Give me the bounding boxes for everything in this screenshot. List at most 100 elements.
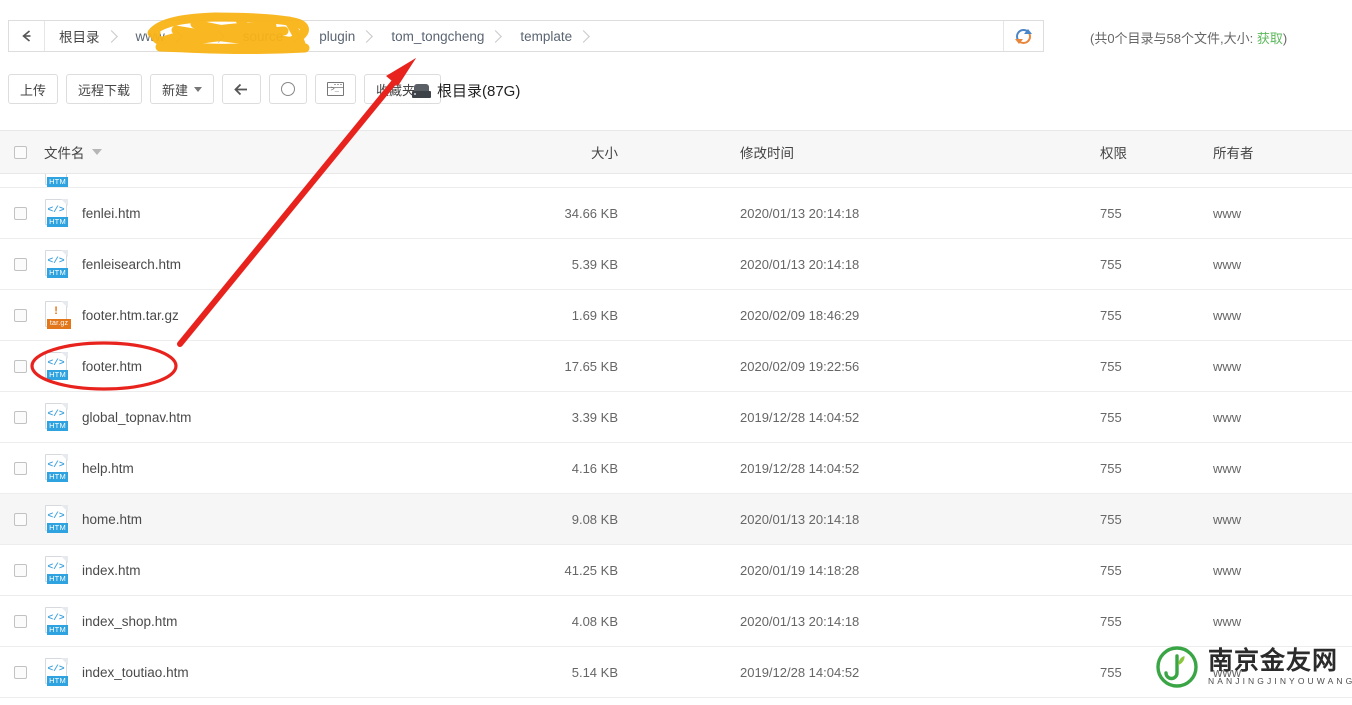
- file-name-link[interactable]: help.htm: [82, 461, 134, 476]
- column-header-perm[interactable]: 权限: [1100, 142, 1127, 162]
- row-checkbox[interactable]: [14, 411, 27, 424]
- breadcrumb-refresh-button[interactable]: [1003, 21, 1043, 51]
- file-name-link[interactable]: home.htm: [82, 512, 142, 527]
- cell-perm[interactable]: 755: [1100, 359, 1122, 374]
- fetch-size-link[interactable]: 获取: [1257, 31, 1283, 46]
- htm-file-icon: </>HTM: [44, 351, 70, 381]
- cell-size: 9.08 KB: [460, 512, 618, 527]
- remote-download-label: 远程下载: [78, 80, 130, 99]
- cell-mtime: 2020/01/19 14:18:28: [740, 563, 859, 578]
- table-row[interactable]: </>HTMindex.htm41.25 KB2020/01/19 14:18:…: [0, 545, 1352, 596]
- refresh-button[interactable]: [269, 74, 307, 104]
- table-row[interactable]: </>HTMhome.htm9.08 KB2020/01/13 20:14:18…: [0, 494, 1352, 545]
- table-row[interactable]: </>HTMindex_toutiao.htm5.14 KB2019/12/28…: [0, 647, 1352, 698]
- htm-file-icon: </>HTM: [44, 402, 70, 432]
- breadcrumb-item-source[interactable]: source: [229, 21, 306, 51]
- file-name-link[interactable]: global_topnav.htm: [82, 410, 191, 425]
- cell-owner: www: [1213, 512, 1241, 527]
- cell-perm[interactable]: 755: [1100, 665, 1122, 680]
- cell-perm[interactable]: 755: [1100, 614, 1122, 629]
- breadcrumb-item-tom_tongcheng[interactable]: tom_tongcheng: [377, 21, 506, 51]
- upload-button[interactable]: 上传: [8, 74, 58, 104]
- breadcrumb-item-label: www: [136, 29, 165, 44]
- cell-perm[interactable]: 755: [1100, 206, 1122, 221]
- row-checkbox[interactable]: [14, 309, 27, 322]
- cell-perm[interactable]: 755: [1100, 461, 1122, 476]
- table-row[interactable]: </>HTMglobal_topnav.htm3.39 KB2019/12/28…: [0, 392, 1352, 443]
- row-checkbox[interactable]: [14, 615, 27, 628]
- logo-icon: [1155, 645, 1199, 689]
- row-checkbox[interactable]: [14, 360, 27, 373]
- targz-file-icon: !tar.gz: [44, 300, 70, 330]
- file-name-link[interactable]: footer.htm.tar.gz: [82, 308, 179, 323]
- cell-perm[interactable]: 755: [1100, 410, 1122, 425]
- column-header-name[interactable]: 文件名: [44, 142, 102, 162]
- breadcrumb-item-plugin[interactable]: plugin: [305, 21, 377, 51]
- table-row[interactable]: </>HTMfenlei.htm34.66 KB2020/01/13 20:14…: [0, 188, 1352, 239]
- breadcrumb-back-button[interactable]: [9, 21, 45, 51]
- row-checkbox[interactable]: [14, 513, 27, 526]
- cell-perm[interactable]: 755: [1100, 257, 1122, 272]
- back-button[interactable]: [222, 74, 261, 104]
- cell-mtime: 2019/12/28 14:04:52: [740, 410, 859, 425]
- cell-mtime: 2020/01/13 20:14:18: [740, 206, 859, 221]
- row-checkbox[interactable]: [14, 207, 27, 220]
- column-header-size[interactable]: 大小: [460, 142, 618, 162]
- file-name-link[interactable]: index_shop.htm: [82, 614, 177, 629]
- breadcrumb: 根目录 www source plugin tom_tongchengtemplate: [8, 20, 1044, 52]
- table-row-partial[interactable]: </>HTM: [0, 174, 1352, 188]
- new-button[interactable]: 新建: [150, 74, 214, 104]
- breadcrumb-item-www[interactable]: www: [122, 21, 187, 51]
- cell-owner: www: [1213, 359, 1241, 374]
- file-manager-page: 根目录wwwsourceplugintom_tongchengtemplate …: [0, 0, 1352, 705]
- cell-perm[interactable]: 755: [1100, 563, 1122, 578]
- table-row[interactable]: </>HTMhelp.htm4.16 KB2019/12/28 14:04:52…: [0, 443, 1352, 494]
- cell-size: 34.66 KB: [460, 206, 618, 221]
- breadcrumb-item-template[interactable]: template: [506, 21, 594, 51]
- file-name-link[interactable]: index.htm: [82, 563, 141, 578]
- cell-size: 4.16 KB: [460, 461, 618, 476]
- file-name-link[interactable]: fenleisearch.htm: [82, 257, 181, 272]
- refresh-icon: [281, 82, 295, 96]
- cell-size: 5.39 KB: [460, 257, 618, 272]
- cell-mtime: 2019/12/28 14:04:52: [740, 665, 859, 680]
- file-name-link[interactable]: footer.htm: [82, 359, 142, 374]
- sort-descending-icon: [92, 149, 102, 155]
- column-header-mtime[interactable]: 修改时间: [740, 142, 794, 162]
- cell-name: </>HTMfenleisearch.htm: [44, 249, 181, 279]
- table-row[interactable]: </>HTMindex_shop.htm4.08 KB2020/01/13 20…: [0, 596, 1352, 647]
- table-row[interactable]: </>HTMfooter.htm17.65 KB2020/02/09 19:22…: [0, 341, 1352, 392]
- arrow-left-icon: [20, 29, 34, 43]
- breadcrumb-item-label: plugin: [319, 29, 355, 44]
- breadcrumb-item-根目录[interactable]: 根目录: [45, 21, 122, 51]
- terminal-icon: >_: [327, 82, 344, 96]
- upload-label: 上传: [20, 80, 46, 99]
- htm-file-icon: </>HTM: [44, 606, 70, 636]
- file-name-link[interactable]: fenlei.htm: [82, 206, 141, 221]
- row-checkbox[interactable]: [14, 666, 27, 679]
- cell-owner: www: [1213, 257, 1241, 272]
- htm-file-icon: </>HTM: [44, 174, 70, 188]
- row-checkbox[interactable]: [14, 564, 27, 577]
- cell-mtime: 2020/01/13 20:14:18: [740, 257, 859, 272]
- column-header-owner[interactable]: 所有者: [1213, 142, 1254, 162]
- favorites-label: 收藏夹: [376, 80, 415, 99]
- row-checkbox[interactable]: [14, 258, 27, 271]
- watermark-en: NANJINGJINYOUWANG: [1208, 675, 1352, 687]
- refresh-icon: [1016, 29, 1031, 44]
- breadcrumb-item-redacted[interactable]: [187, 21, 229, 51]
- terminal-button[interactable]: >_: [315, 74, 356, 104]
- file-name-link[interactable]: index_toutiao.htm: [82, 665, 189, 680]
- cell-perm[interactable]: 755: [1100, 308, 1122, 323]
- table-row[interactable]: </>HTMfenleisearch.htm 5.39 KB 2020/01/13 …: [0, 239, 1352, 290]
- cell-mtime: 2019/12/28 14:04:52: [740, 461, 859, 476]
- select-all-checkbox[interactable]: [14, 146, 27, 159]
- file-table: 文件名 大小 修改时间 权限 所有者 </>HTM </>HTM fenlei.h…: [0, 130, 1352, 698]
- row-checkbox[interactable]: [14, 462, 27, 475]
- cell-perm[interactable]: 755: [1100, 512, 1122, 527]
- cell-mtime: 2020/01/13 20:14:18: [740, 512, 859, 527]
- remote-download-button[interactable]: 远程下载: [66, 74, 142, 104]
- cell-owner: www: [1213, 461, 1241, 476]
- table-row[interactable]: !tar.gzfooter.htm.tar.gz1.69 KB2020/02/0…: [0, 290, 1352, 341]
- htm-file-icon: </>HTM: [44, 657, 70, 687]
